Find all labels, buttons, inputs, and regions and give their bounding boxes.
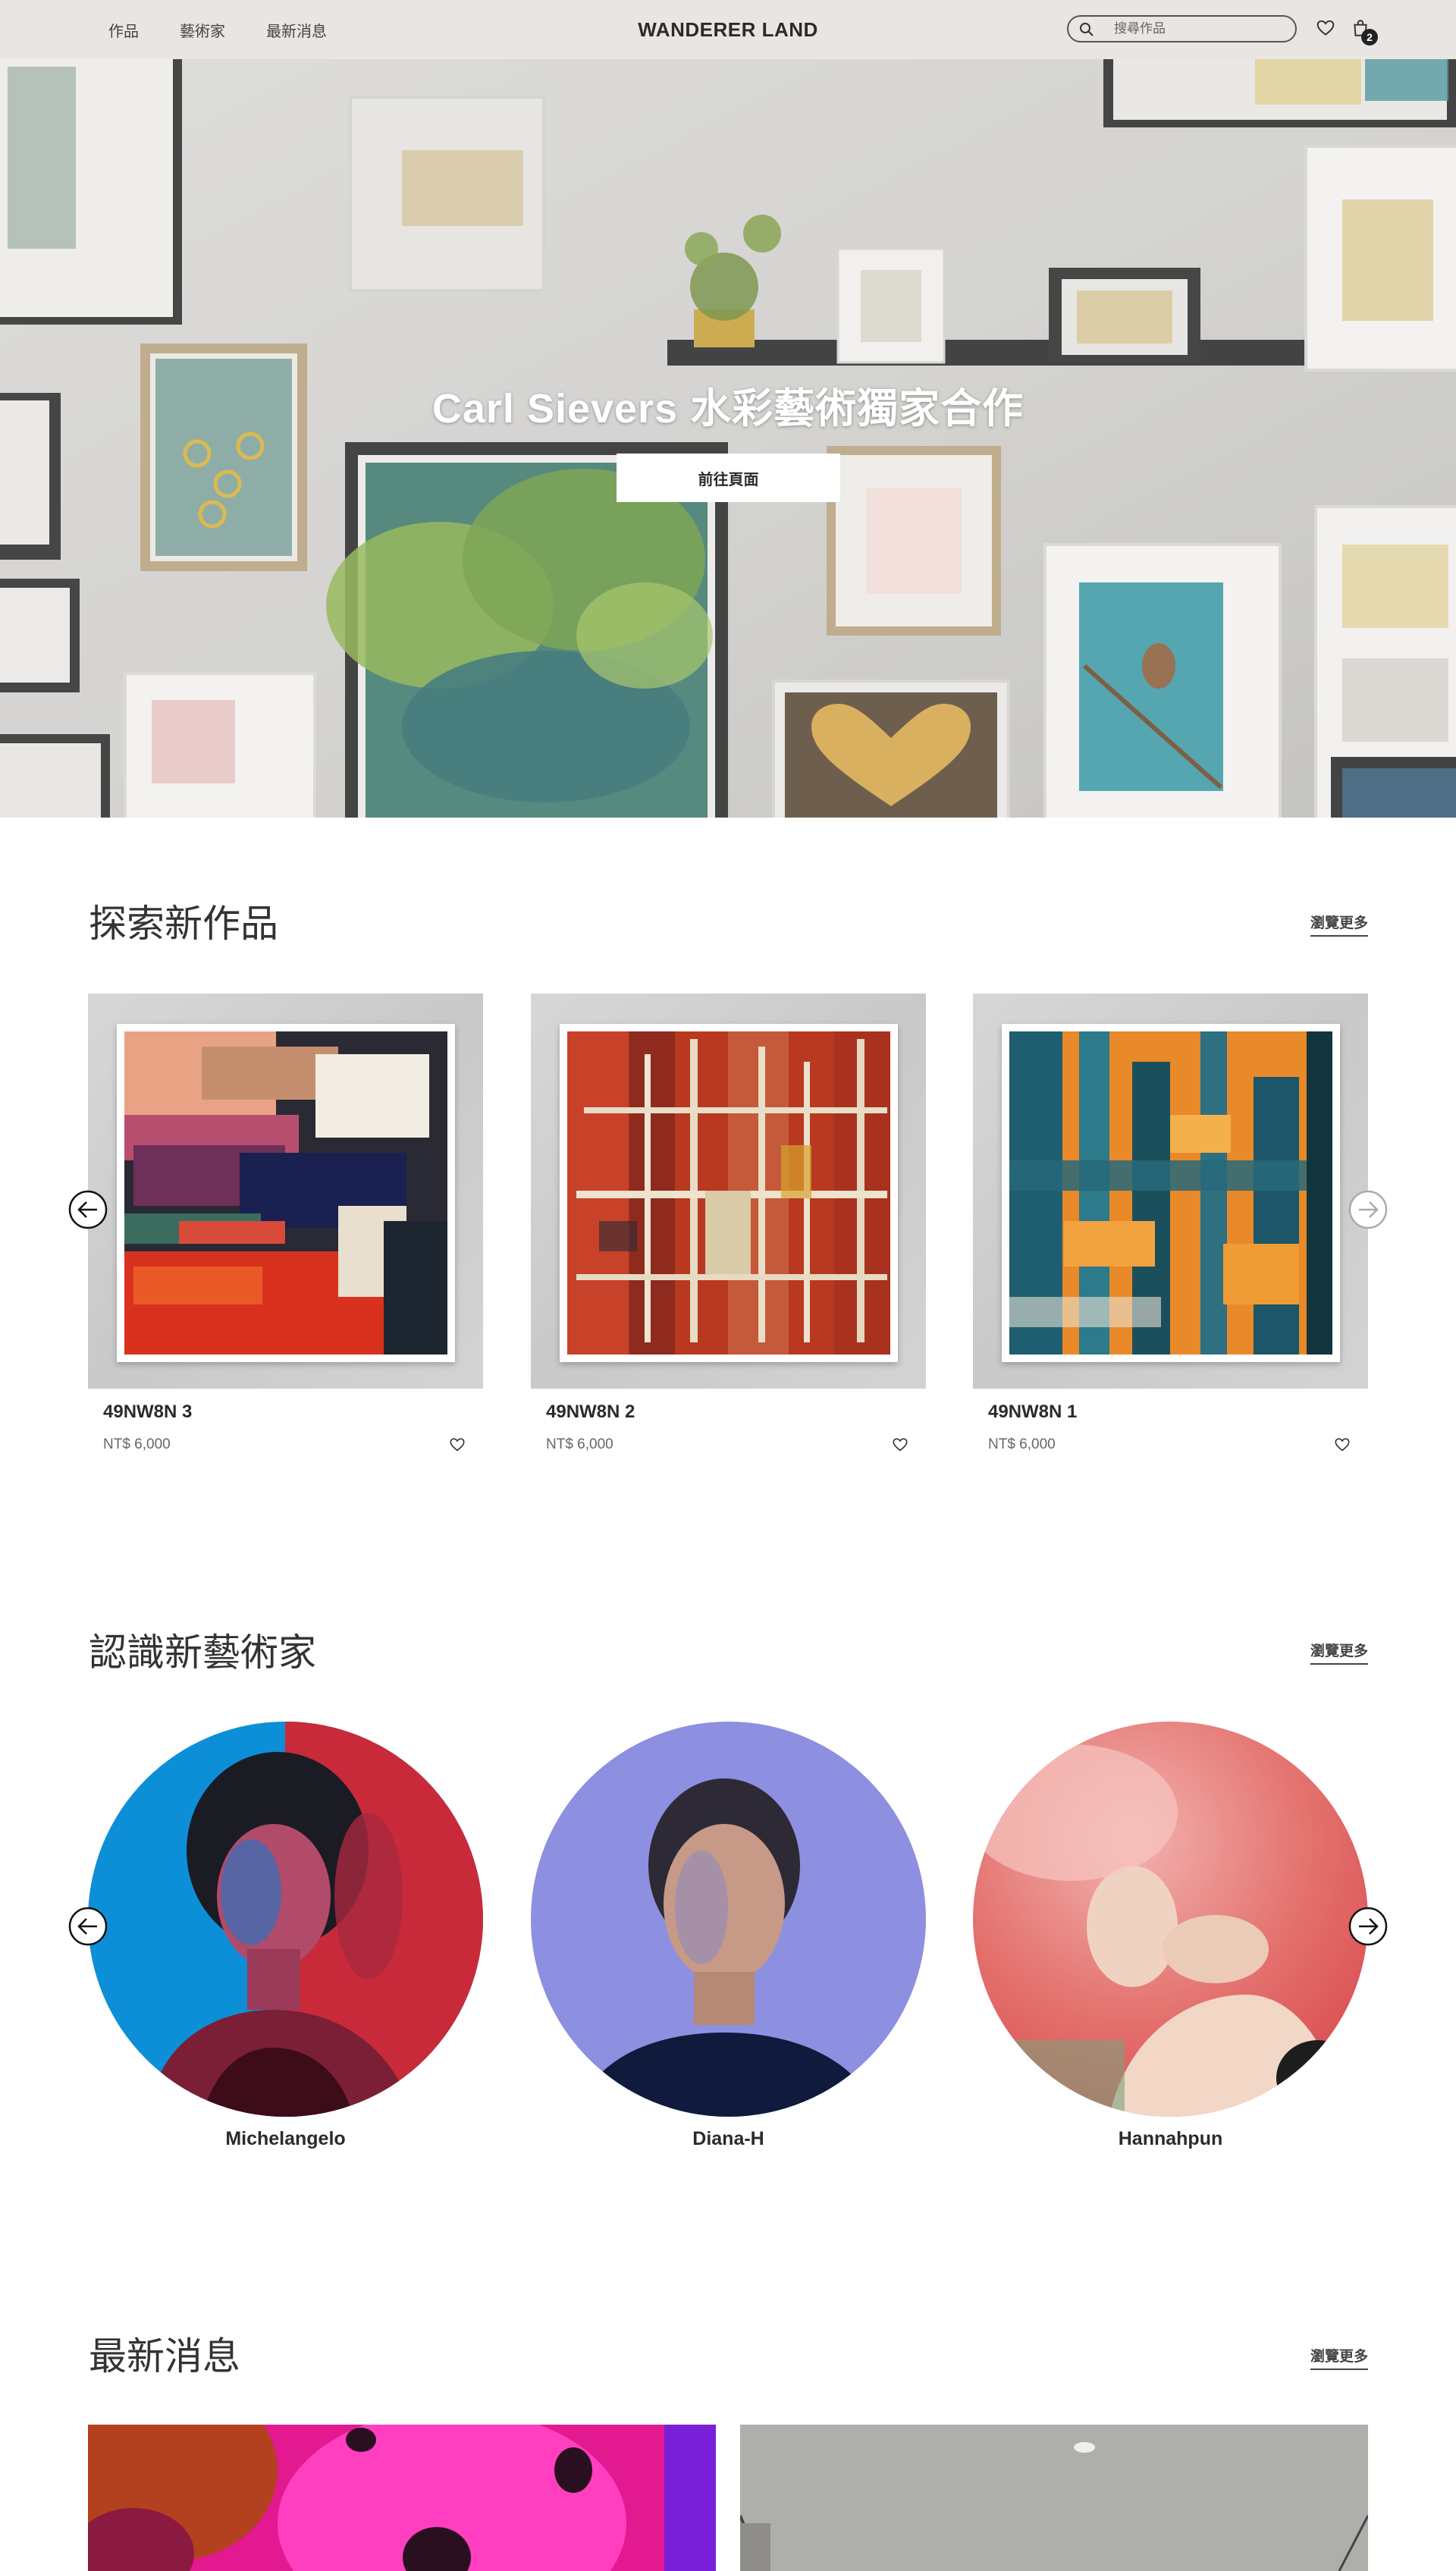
artists-section-title: 認識新藝術家 [89,1631,316,1674]
heart-icon[interactable] [449,1436,466,1453]
artwork-name[interactable]: 49NW8N 1 [988,1402,1077,1423]
artwork-image[interactable] [973,994,1368,1389]
artist-avatar[interactable] [531,1722,926,2117]
heart-icon[interactable] [892,1436,908,1453]
artist-portrait-image [531,1722,926,2117]
search-box[interactable] [1067,15,1297,42]
news-more-link[interactable]: 瀏覽更多 [1310,2345,1368,2370]
search-icon [1080,23,1094,36]
heart-icon[interactable] [1334,1436,1351,1453]
artist-card[interactable]: Diana-H [531,1722,926,2177]
artwork-name[interactable]: 49NW8N 2 [546,1402,635,1423]
site-header: 作品 藝術家 最新消息 WANDERER LAND 2 [0,0,1456,59]
artist-name[interactable]: Hannahpun [973,2128,1368,2150]
arrow-left-icon[interactable] [68,1190,108,1229]
artworks-more-link[interactable]: 瀏覽更多 [1310,912,1368,937]
artwork-price: NT$ 6,000 [103,1436,171,1452]
hero-banner: Carl Sievers 水彩藝術獨家合作 前往頁面 [0,59,1456,818]
artwork-name[interactable]: 49NW8N 3 [103,1402,192,1423]
news-card[interactable] [740,2425,1368,2571]
news-section-title: 最新消息 [89,2335,240,2378]
artists-more-link[interactable]: 瀏覽更多 [1310,1640,1368,1665]
artist-avatar[interactable] [973,1722,1368,2117]
artwork-image[interactable] [531,994,926,1389]
hero-cta-button[interactable]: 前往頁面 [617,454,840,502]
artwork-painting-1 [1002,1024,1340,1362]
arrow-left-icon[interactable] [68,1907,108,1946]
artist-card[interactable]: Hannahpun [973,1722,1368,2177]
artist-portrait-image [88,1722,483,2117]
artwork-price: NT$ 6,000 [546,1436,613,1452]
artwork-painting-2 [560,1024,898,1362]
news-card[interactable] [88,2425,716,2571]
hero-title: Carl Sievers 水彩藝術獨家合作 [431,386,1025,432]
hero-overlay [0,59,1456,818]
artwork-image[interactable] [88,994,483,1389]
search-input[interactable] [1114,20,1288,38]
arrow-right-icon[interactable] [1348,1190,1388,1229]
artist-avatar[interactable] [88,1722,483,2117]
artist-name[interactable]: Michelangelo [88,2128,483,2150]
news-image [740,2425,1368,2571]
cart-count-badge: 2 [1361,29,1378,46]
artworks-section-title: 探索新作品 [89,903,278,945]
artist-portrait-image [973,1722,1368,2117]
artist-card[interactable]: Michelangelo [88,1722,483,2177]
artist-name[interactable]: Diana-H [531,2128,926,2150]
arrow-right-icon[interactable] [1348,1907,1388,1946]
artwork-painting-3 [117,1024,455,1362]
news-image [88,2425,716,2571]
heart-icon[interactable] [1316,18,1335,38]
artwork-price: NT$ 6,000 [988,1436,1056,1452]
